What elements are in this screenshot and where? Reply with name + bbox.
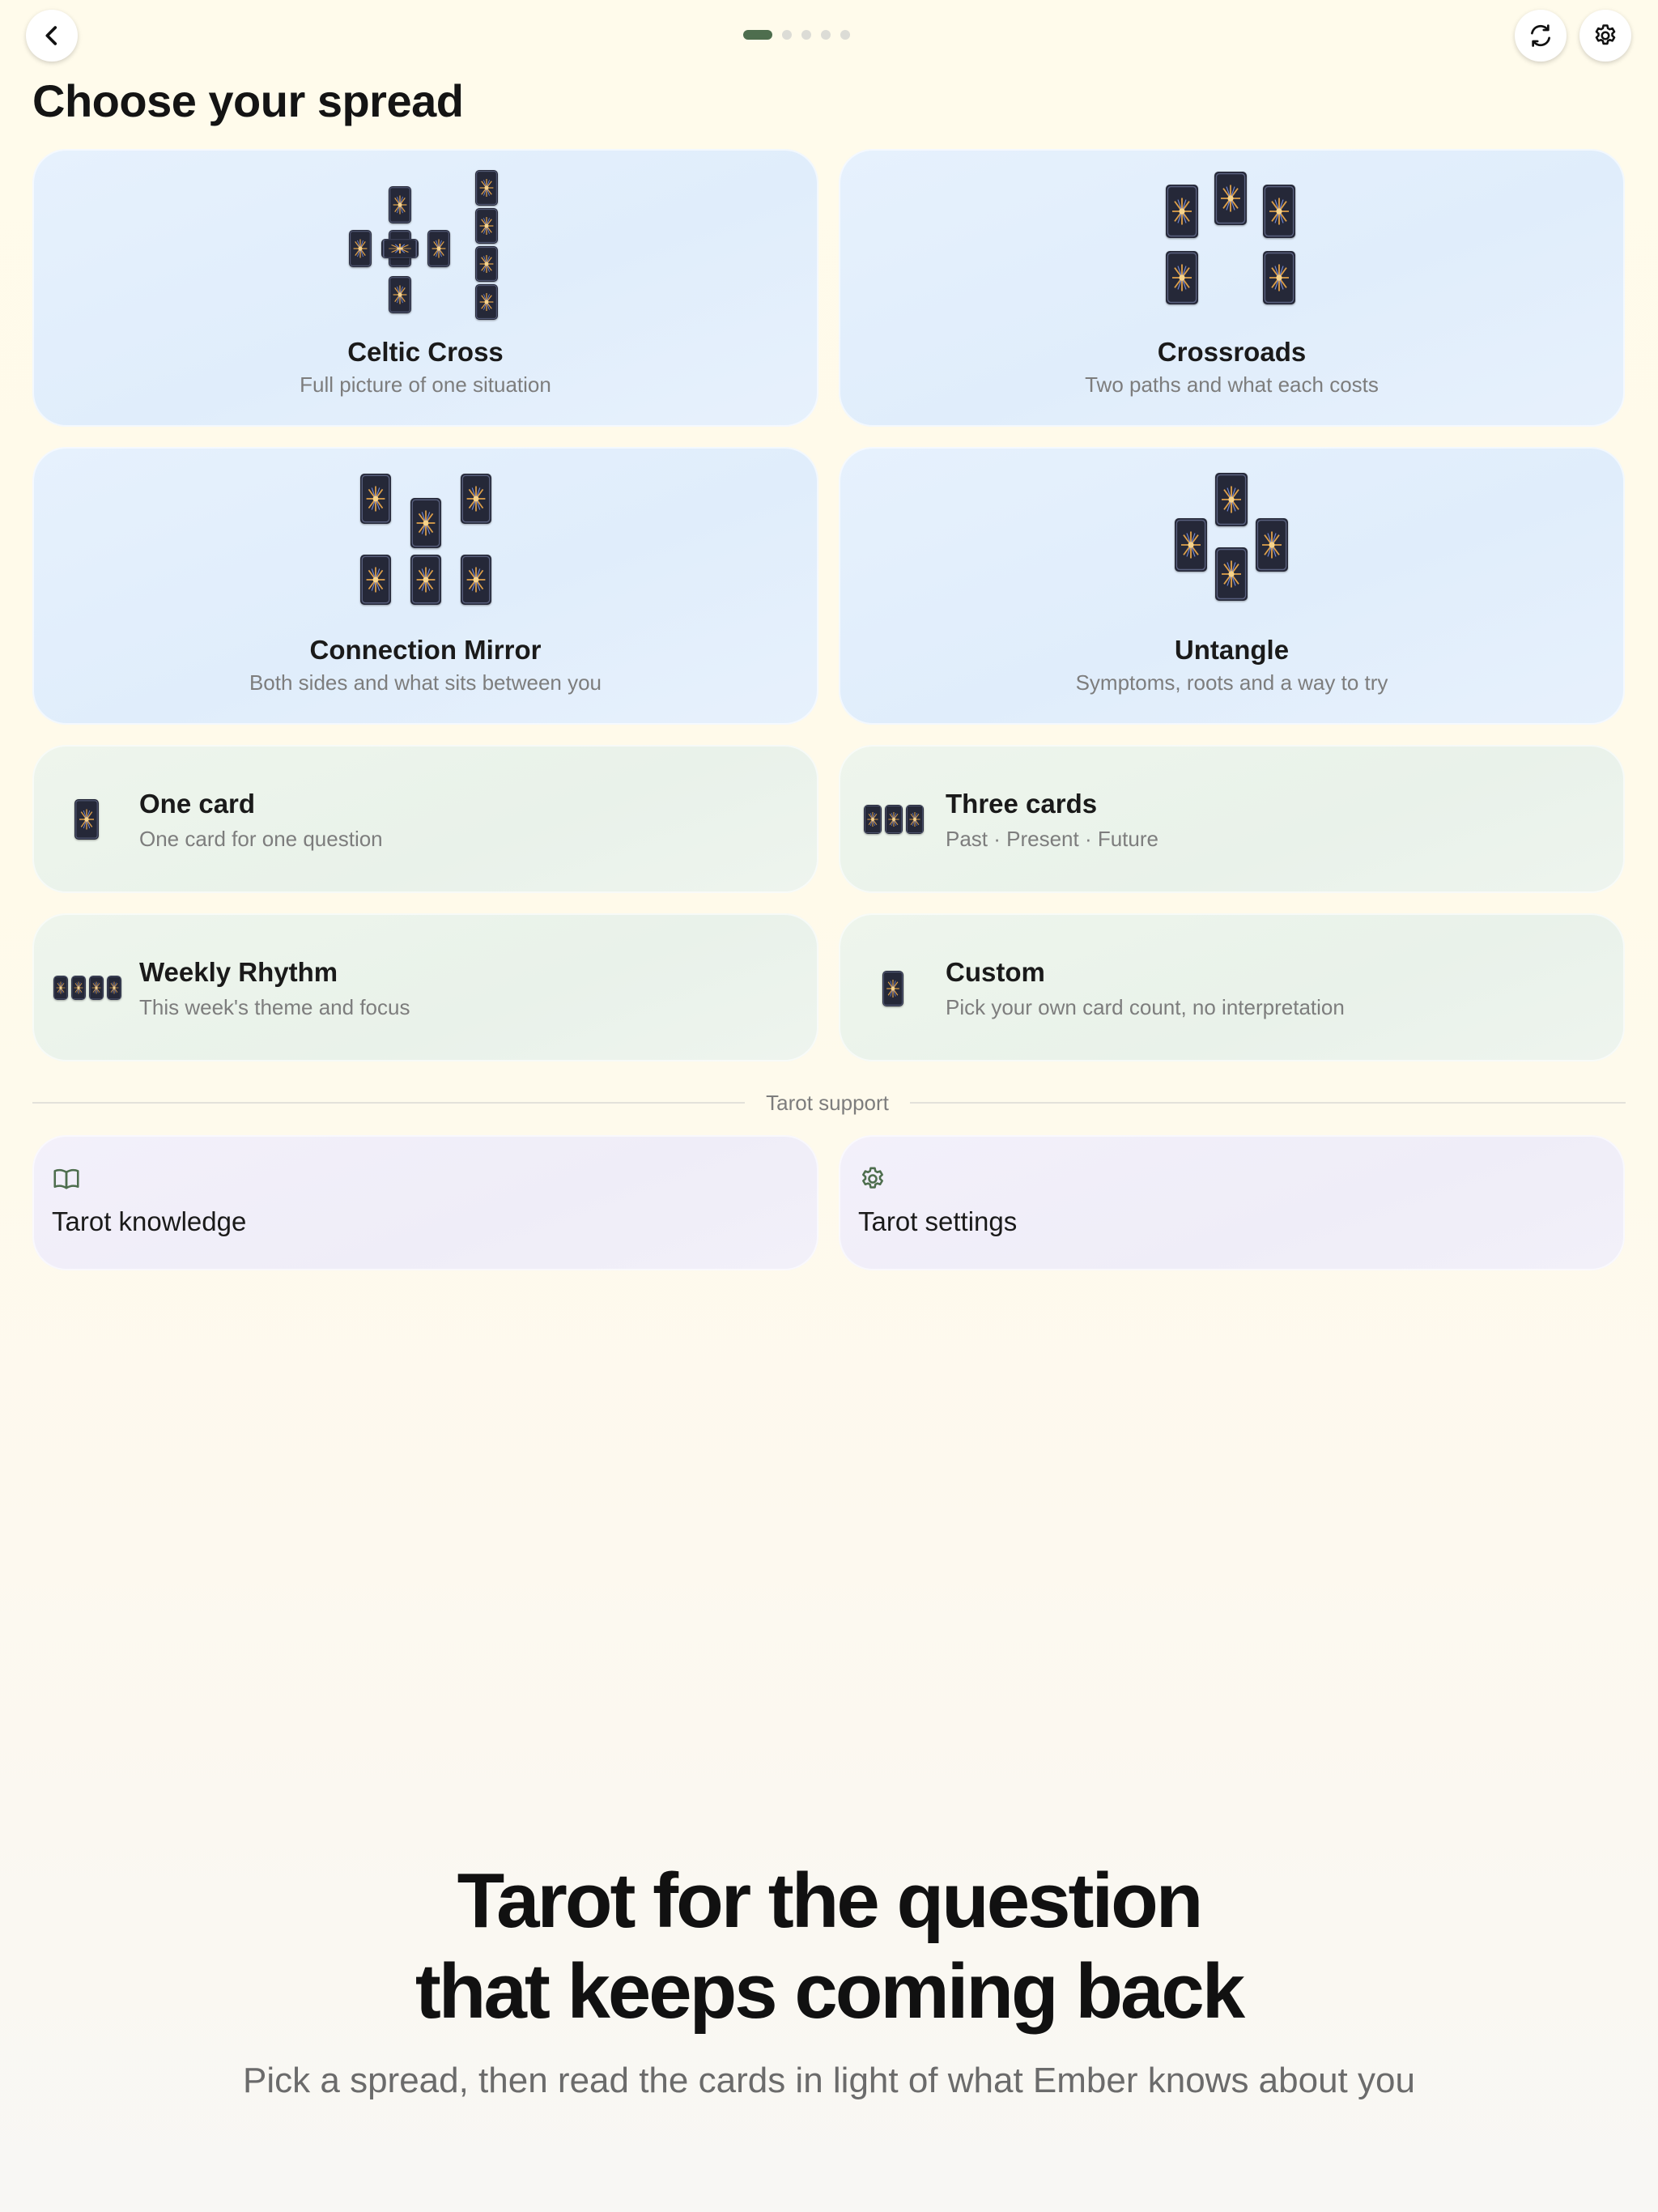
divider-line: [32, 1102, 745, 1104]
spread-card-celtic-cross[interactable]: Celtic Cross Full picture of one situati…: [32, 149, 818, 427]
spread-title: Crossroads: [1157, 337, 1307, 367]
page-dot: [782, 30, 792, 40]
hero-subtitle: Pick a spread, then read the cards in li…: [243, 2061, 1415, 2100]
spread-card-three-cards[interactable]: Three cards Past · Present · Future: [839, 745, 1625, 893]
spread-subtitle: Pick your own card count, no interpretat…: [946, 995, 1345, 1019]
tarot-card-icon: [71, 976, 86, 1000]
tarot-knowledge-label: Tarot knowledge: [52, 1206, 247, 1236]
tarot-card-icon: [1175, 518, 1207, 572]
tarot-card-icon: [410, 555, 441, 605]
tarot-card-icon: [461, 474, 491, 524]
tarot-card-icon: [864, 805, 882, 834]
spread-subtitle: Symptoms, roots and a way to try: [1075, 670, 1388, 695]
tarot-card-icon: [107, 976, 121, 1000]
spread-card-untangle[interactable]: Untangle Symptoms, roots and a way to tr…: [839, 447, 1625, 725]
tarot-card-icon: [475, 170, 498, 206]
tarot-card-icon: [882, 971, 903, 1006]
tarot-card-icon: [885, 805, 903, 834]
page-indicator: [743, 30, 850, 40]
page-dot: [821, 30, 831, 40]
gear-icon: [1595, 24, 1616, 45]
tarot-settings-label: Tarot settings: [858, 1206, 1018, 1236]
spread-title: Three cards: [946, 789, 1098, 819]
three-cards-layout: [839, 745, 946, 893]
spread-card-weekly-rhythm[interactable]: Weekly Rhythm This week's theme and focu…: [32, 913, 818, 1061]
spread-card-one-card[interactable]: One card One card for one question: [32, 745, 818, 893]
gear-icon: [862, 1167, 883, 1189]
spread-card-custom[interactable]: Custom Pick your own card count, no inte…: [839, 913, 1625, 1061]
spread-subtitle: Past · Present · Future: [946, 827, 1158, 851]
tarot-card-icon: [349, 230, 372, 267]
weekly-rhythm-layout: [32, 913, 139, 1061]
tarot-card-icon: [74, 799, 99, 840]
divider-label: Tarot support: [766, 1091, 889, 1115]
chevron-left-icon: [45, 26, 57, 45]
refresh-button[interactable]: [1515, 10, 1567, 62]
tarot-card-icon: [427, 230, 450, 267]
divider-line: [910, 1102, 1626, 1104]
tarot-card-icon: [381, 239, 419, 258]
page-title: Choose your spread: [32, 75, 464, 126]
custom-layout: [839, 913, 946, 1061]
tarot-card-icon: [360, 474, 391, 524]
refresh-icon: [1531, 24, 1550, 47]
tarot-settings-card[interactable]: Tarot settings: [839, 1135, 1625, 1270]
hero-title: Tarot for the question that keeps coming…: [0, 1856, 1658, 2037]
page-dot-active: [743, 30, 772, 40]
spread-subtitle: Two paths and what each costs: [1085, 372, 1379, 397]
tarot-card-icon: [389, 186, 411, 223]
tarot-card-icon: [53, 976, 68, 1000]
spread-card-connection-mirror[interactable]: Connection Mirror Both sides and what si…: [32, 447, 818, 725]
spread-subtitle: Full picture of one situation: [300, 372, 551, 397]
spread-title: Custom: [946, 957, 1045, 987]
tarot-card-icon: [1263, 185, 1295, 238]
tarot-card-icon: [461, 555, 491, 605]
tarot-card-icon: [475, 246, 498, 282]
tarot-card-icon: [906, 805, 924, 834]
spread-subtitle: This week's theme and focus: [139, 995, 410, 1019]
hero-title-line: that keeps coming back: [414, 1948, 1245, 2035]
hero-title-line: Tarot for the question: [457, 1857, 1204, 1944]
tarot-knowledge-card[interactable]: Tarot knowledge: [32, 1135, 818, 1270]
tarot-card-icon: [360, 555, 391, 605]
open-book-icon: [53, 1168, 79, 1189]
tarot-card-icon: [475, 284, 498, 320]
page-dot: [801, 30, 811, 40]
tarot-card-icon: [1166, 251, 1198, 304]
spread-subtitle: One card for one question: [139, 827, 383, 851]
spread-subtitle: Both sides and what sits between you: [249, 670, 602, 695]
tarot-card-icon: [1214, 172, 1247, 225]
spread-title: Untangle: [1174, 635, 1290, 665]
tarot-card-icon: [389, 276, 411, 313]
tarot-card-icon: [89, 976, 104, 1000]
tarot-card-icon: [475, 208, 498, 244]
one-card-layout: [32, 745, 139, 893]
settings-button[interactable]: [1579, 10, 1631, 62]
back-button[interactable]: [26, 10, 78, 62]
spread-title: One card: [139, 789, 256, 819]
spread-title: Connection Mirror: [309, 635, 542, 665]
spread-title: Celtic Cross: [347, 337, 504, 367]
tarot-card-icon: [1215, 473, 1248, 526]
tarot-card-icon: [410, 498, 441, 548]
page-dot: [840, 30, 850, 40]
spread-title: Weekly Rhythm: [139, 957, 338, 987]
tarot-card-icon: [1215, 547, 1248, 601]
tarot-card-icon: [1263, 251, 1295, 304]
tarot-card-icon: [1256, 518, 1288, 572]
tarot-card-icon: [1166, 185, 1198, 238]
section-divider: Tarot support: [32, 1091, 1626, 1115]
spread-card-crossroads[interactable]: Crossroads Two paths and what each costs: [839, 149, 1625, 427]
